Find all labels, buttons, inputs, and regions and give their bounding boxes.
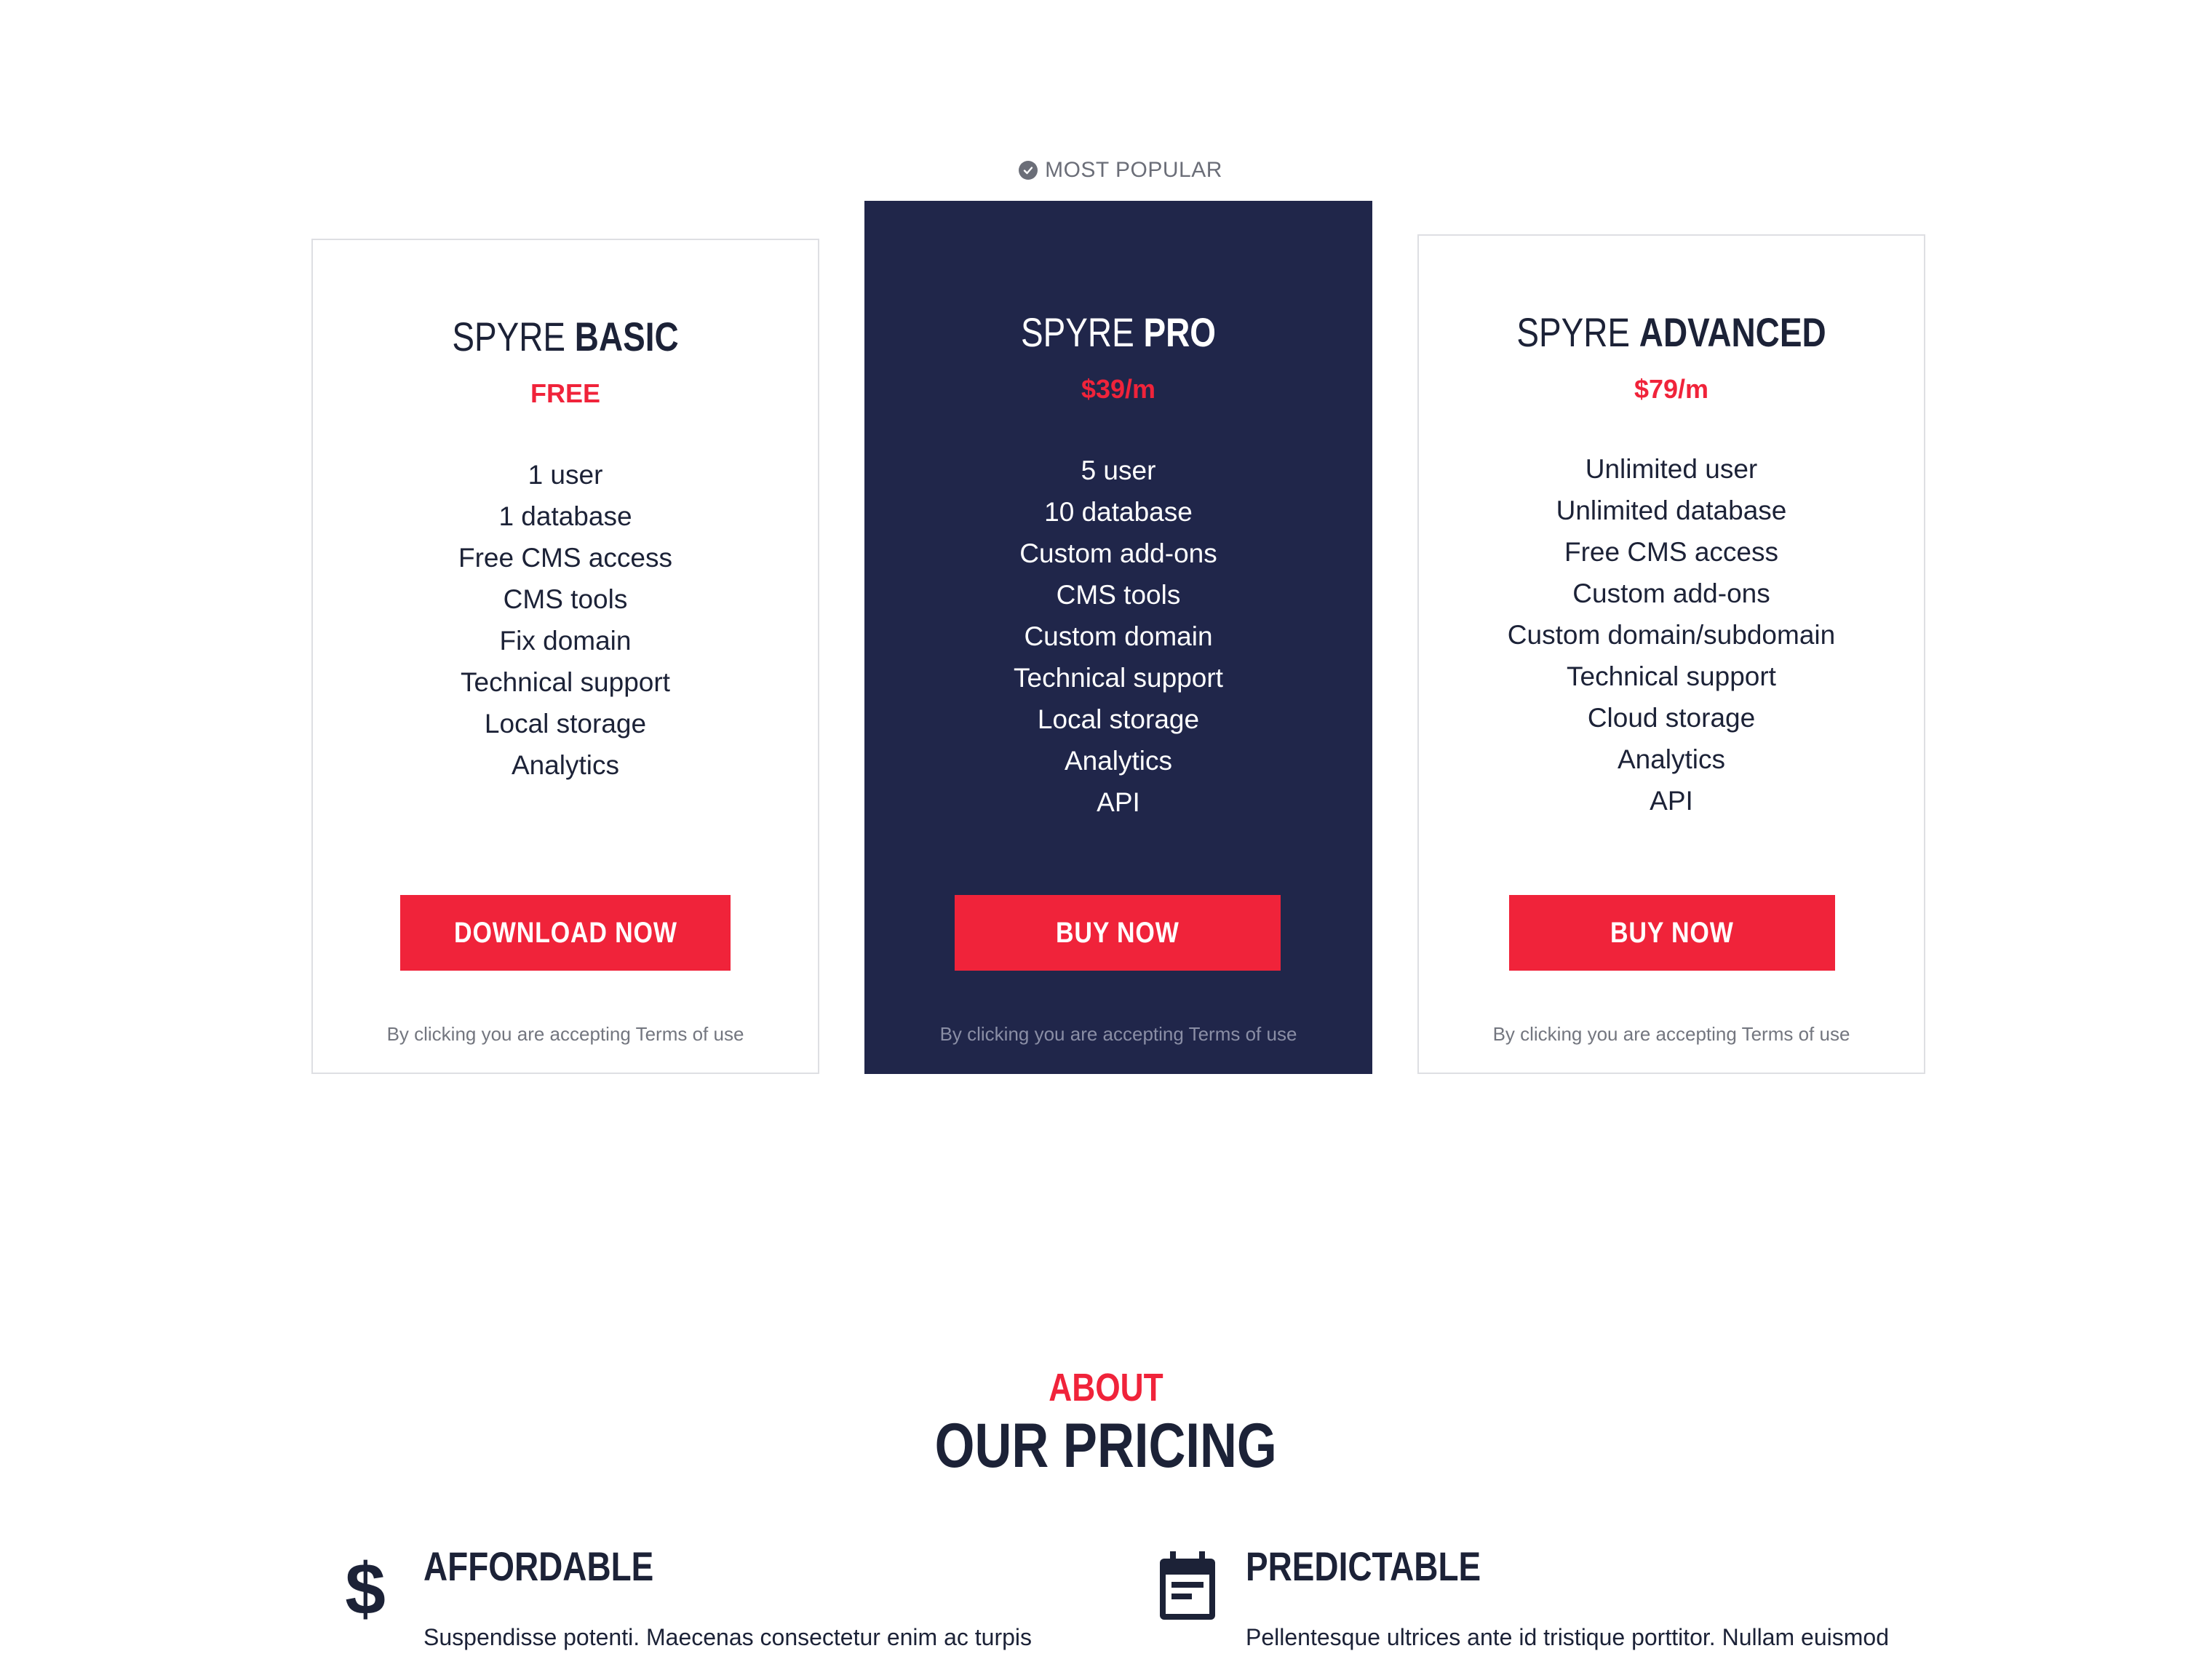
plan-feature: Local storage (484, 709, 647, 739)
plan-card-basic: SPYRE BASIC FREE 1 user 1 database Free … (311, 239, 819, 1074)
plan-feature: API (1097, 787, 1140, 817)
plan-feature: 5 user (1081, 455, 1156, 485)
about-kicker: ABOUT (0, 1365, 2212, 1410)
dollar-icon: $ (335, 1550, 396, 1630)
about-kicker-text: ABOUT (1049, 1366, 1163, 1409)
check-circle-icon (1019, 161, 1038, 180)
plan-feature: Unlimited user (1585, 454, 1758, 484)
plan-feature-list: 1 user 1 database Free CMS access CMS to… (313, 454, 818, 786)
plan-feature: CMS tools (1056, 580, 1181, 610)
plan-feature-list: Unlimited user Unlimited database Free C… (1419, 448, 1924, 821)
feature-title: PREDICTABLE (1246, 1543, 1532, 1590)
download-now-button[interactable]: DOWNLOAD NOW (400, 895, 731, 971)
plan-feature: Custom domain/subdomain (1507, 620, 1836, 650)
plan-title: SPYRE BASIC (358, 313, 772, 360)
plan-title-name: BASIC (574, 314, 679, 359)
plan-card-pro: SPYRE PRO $39/m 5 user 10 database Custo… (864, 201, 1372, 1074)
plan-feature: Analytics (511, 750, 620, 780)
feature-text: Suspendisse potenti. Maecenas consectetu… (423, 1624, 1033, 1650)
most-popular-tag: MOST POPULAR (1013, 154, 1228, 186)
plan-feature: 1 user (528, 460, 603, 490)
calendar-icon (1157, 1550, 1218, 1630)
terms-note: By clicking you are accepting Terms of u… (386, 1023, 744, 1045)
plan-feature: Custom add-ons (1019, 538, 1217, 568)
plan-feature: Free CMS access (458, 543, 672, 573)
about-title-text: OUR PRICING (934, 1411, 1278, 1481)
feature-affordable: $ AFFORDABLE Suspendisse potenti. Maecen… (335, 1543, 1062, 1659)
plan-feature: Technical support (1014, 663, 1223, 693)
plan-title-name: PRO (1143, 309, 1216, 355)
button-label: DOWNLOAD NOW (453, 916, 677, 949)
buy-now-button-pro[interactable]: BUY NOW (955, 895, 1281, 971)
plan-feature: 1 database (498, 501, 632, 531)
plan-price: FREE (530, 378, 600, 408)
feature-title-text: AFFORDABLE (423, 1543, 654, 1589)
plan-feature: Fix domain (499, 626, 632, 656)
plan-title: SPYRE PRO (910, 309, 1326, 356)
button-label: BUY NOW (1610, 916, 1734, 949)
plan-title-name: ADVANCED (1639, 309, 1826, 355)
plan-feature-list: 5 user 10 database Custom add-ons CMS to… (864, 450, 1372, 823)
feature-title-text: PREDICTABLE (1246, 1543, 1481, 1589)
button-label: BUY NOW (1056, 916, 1179, 949)
about-title: OUR PRICING (0, 1410, 2212, 1482)
feature-predictable: PREDICTABLE Pellentesque ultrices ante i… (1157, 1543, 1914, 1659)
plan-feature: Analytics (1617, 744, 1726, 774)
plan-feature: Custom add-ons (1572, 578, 1770, 608)
terms-note: By clicking you are accepting Terms of u… (1492, 1023, 1850, 1045)
plan-feature: Technical support (1567, 661, 1776, 691)
pricing-page: MOST POPULAR SPYRE BASIC FREE 1 user 1 d… (0, 0, 2212, 1659)
plan-feature: API (1650, 786, 1693, 816)
buy-now-button-advanced[interactable]: BUY NOW (1509, 895, 1835, 971)
plan-feature: 10 database (1044, 497, 1193, 527)
plan-feature: Unlimited database (1556, 496, 1787, 525)
plan-feature: Free CMS access (1564, 537, 1778, 567)
plan-feature: Cloud storage (1587, 703, 1756, 733)
plan-feature: Analytics (1064, 746, 1173, 776)
plan-price: $39/m (1081, 374, 1156, 404)
plan-feature: Technical support (461, 667, 670, 697)
plan-title-prefix: SPYRE (1516, 309, 1631, 355)
plan-title-prefix: SPYRE (1021, 309, 1134, 355)
plan-title-prefix: SPYRE (452, 314, 566, 359)
plan-price: $79/m (1634, 374, 1709, 404)
feature-title: AFFORDABLE (423, 1543, 704, 1590)
plan-feature: Local storage (1037, 704, 1200, 734)
feature-text: Pellentesque ultrices ante id tristique … (1246, 1624, 1889, 1650)
most-popular-label: MOST POPULAR (1045, 158, 1222, 182)
plan-title: SPYRE ADVANCED (1464, 309, 1878, 356)
plan-card-advanced: SPYRE ADVANCED $79/m Unlimited user Unli… (1417, 234, 1925, 1074)
plan-feature: Custom domain (1024, 621, 1213, 651)
terms-note: By clicking you are accepting Terms of u… (939, 1023, 1297, 1045)
svg-text:$: $ (345, 1550, 386, 1623)
plan-feature: CMS tools (503, 584, 628, 614)
